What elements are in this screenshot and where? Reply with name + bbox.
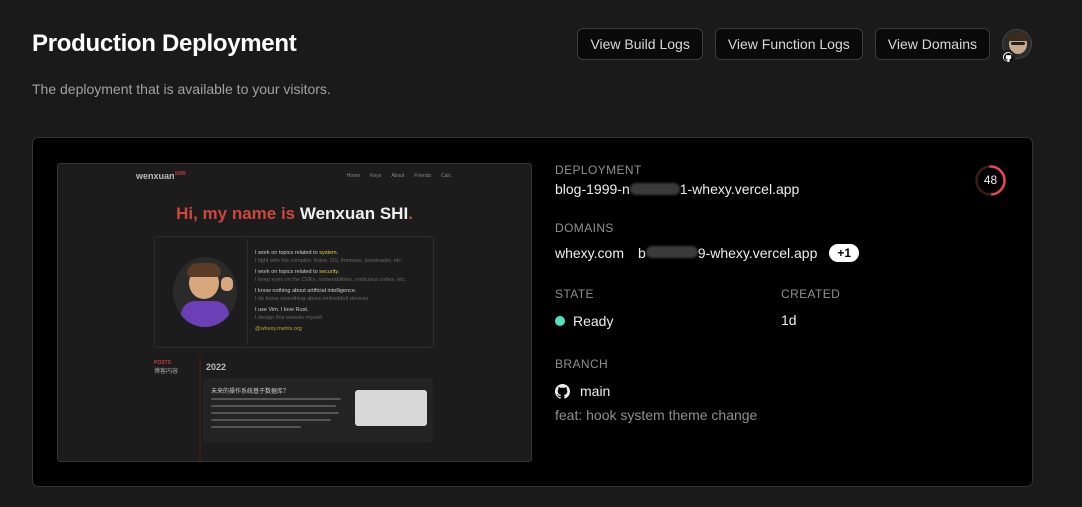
user-avatar-icon[interactable] [1001,29,1032,64]
domain-secondary[interactable]: b 9-whexy.vercel.app [638,245,817,261]
state-label: STATE [555,287,594,301]
preview-nav: Home Keys About Friends Calc [346,173,451,179]
commit-message[interactable]: feat: hook system theme change [555,407,757,423]
more-domains-badge[interactable]: +1 [829,244,860,262]
deployment-preview[interactable]: wenxuan1999 Home Keys About Friends Calc Hi,… [57,163,532,462]
view-build-logs-button[interactable]: View Build Logs [577,28,703,60]
deployment-card: wenxuan1999 Home Keys About Friends Calc Hi,… [32,137,1033,487]
page-title: Production Deployment [32,30,297,57]
deployment-label: DEPLOYMENT [555,163,642,177]
created-value: 1d [781,312,797,328]
preview-post-card: 未来的操作系统基于数据库？ [203,378,433,442]
branch-link[interactable]: main [555,383,610,399]
preview-about-box: I work on topics related to system. I fi… [154,236,434,348]
preview-hero: Hi, my name is Wenxuan SHI. [176,204,413,223]
deployment-url[interactable]: blog-1999-n 1-whexy.vercel.app [555,181,799,197]
view-domains-button[interactable]: View Domains [874,28,990,60]
domains-label: DOMAINS [555,221,614,235]
page-subtitle: The deployment that is available to your… [32,81,331,97]
created-label: CREATED [781,287,841,301]
lighthouse-score-badge[interactable]: 48 [974,164,1007,197]
domain-primary[interactable]: whexy.com [555,245,624,261]
view-function-logs-button[interactable]: View Function Logs [714,28,863,60]
memoji-avatar [173,257,237,327]
preview-about-lines: I work on topics related to system. I fi… [255,250,407,332]
preview-posts-sub: 博客内容 [154,369,179,375]
status-dot-icon [555,316,565,326]
score-value: 48 [983,173,998,187]
preview-year: 2022 [206,362,227,372]
header-actions: View Build Logs View Function Logs View … [577,28,1032,64]
github-icon [1001,50,1015,64]
domains-list: whexy.com b 9-whexy.vercel.app +1 [555,244,860,262]
branch-label: BRANCH [555,357,609,371]
preview-logo: wenxuan1999 [136,171,186,181]
github-icon [555,383,570,399]
state-value: Ready [555,313,613,329]
post-thumbnail [355,390,427,426]
